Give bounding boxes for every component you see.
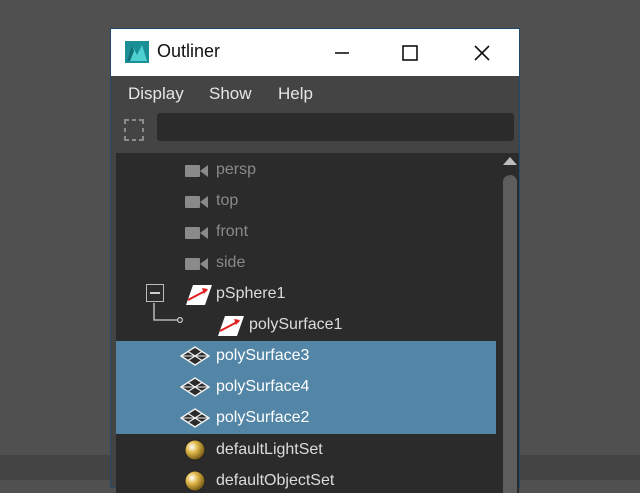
transform-icon: [218, 316, 244, 336]
mesh-icon: [180, 408, 210, 428]
tree-item-label: defaultLightSet: [216, 441, 323, 458]
tree-item-label: polySurface4: [216, 378, 310, 395]
transform-icon: [186, 285, 212, 305]
scrollbar-thumb[interactable]: [503, 175, 517, 493]
tree-item-label: side: [216, 254, 246, 271]
tree-item-label: top: [216, 192, 239, 209]
filter-row: [111, 109, 519, 149]
tree-item-label: polySurface3: [216, 347, 310, 364]
tree-item-polysurface4[interactable]: polySurface4: [116, 372, 496, 403]
tree-item-polysurface2[interactable]: polySurface2: [116, 403, 496, 434]
set-icon: [184, 470, 206, 492]
outliner-window: Outliner Display Show Help persp top fro…: [110, 28, 520, 493]
tree-item-front[interactable]: front: [116, 217, 496, 248]
tree-item-label: polySurface1: [249, 316, 343, 333]
camera-icon: [185, 227, 208, 239]
mesh-icon: [180, 346, 210, 366]
menu-display[interactable]: Display: [128, 84, 184, 104]
tree-item-label: pSphere1: [216, 285, 286, 302]
tree-item-psphere1[interactable]: pSphere1: [176, 279, 496, 310]
maximize-icon: [402, 44, 418, 61]
tree-item-polysurface1[interactable]: polySurface1: [206, 310, 496, 341]
tree-item-top[interactable]: top: [116, 186, 496, 217]
maya-logo-icon: [125, 41, 149, 63]
tree-item-label: front: [216, 223, 249, 240]
vertical-scrollbar[interactable]: [501, 153, 519, 493]
title-bar[interactable]: Outliner: [111, 29, 519, 76]
search-input[interactable]: [157, 113, 514, 141]
menu-help[interactable]: Help: [278, 84, 313, 104]
set-icon: [184, 439, 206, 461]
window-title: Outliner: [157, 41, 221, 61]
mesh-icon: [180, 377, 210, 397]
menu-bar: Display Show Help: [111, 76, 519, 109]
maximize-button[interactable]: [387, 29, 433, 76]
outliner-tree: persp top front side pSphere1 polySurfac…: [116, 153, 519, 493]
tree-item-persp[interactable]: persp: [116, 155, 496, 186]
menu-show[interactable]: Show: [209, 84, 252, 104]
tree-item-side[interactable]: side: [116, 248, 496, 279]
camera-icon: [185, 258, 208, 270]
tree-item-label: persp: [216, 161, 257, 178]
camera-icon: [185, 196, 208, 208]
tree-item-defaultlightset[interactable]: defaultLightSet: [116, 435, 496, 466]
close-button[interactable]: [459, 29, 505, 76]
selection-filter-icon[interactable]: [123, 118, 145, 142]
scroll-up-arrow-icon[interactable]: [503, 157, 517, 165]
collapse-toggle[interactable]: [146, 284, 164, 302]
tree-item-label: polySurface2: [216, 409, 310, 426]
minimize-icon: [335, 51, 349, 54]
tree-item-label: defaultObjectSet: [216, 472, 335, 489]
close-icon: [474, 44, 490, 61]
camera-icon: [185, 165, 208, 177]
minimize-button[interactable]: [319, 29, 365, 76]
tree-item-polysurface3[interactable]: polySurface3: [116, 341, 496, 372]
